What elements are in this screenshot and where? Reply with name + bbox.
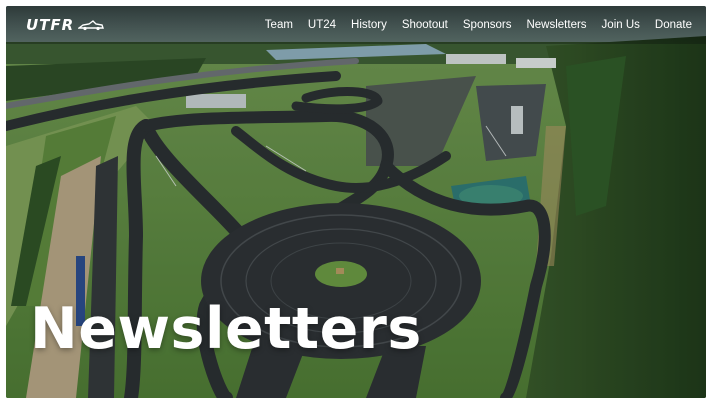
nav-menu: Team UT24 History Shootout Sponsors News… <box>265 6 692 44</box>
nav-link-ut24[interactable]: UT24 <box>308 19 336 31</box>
race-car-icon <box>78 20 105 31</box>
nav-link-newsletters[interactable]: Newsletters <box>526 19 586 31</box>
nav-link-join-us[interactable]: Join Us <box>602 19 640 31</box>
top-nav-bar: UTFR Team UT24 History Shootout Sponsors… <box>6 6 706 44</box>
nav-link-team[interactable]: Team <box>265 19 293 31</box>
hero-banner: UTFR Team UT24 History Shootout Sponsors… <box>6 6 706 398</box>
nav-link-donate[interactable]: Donate <box>655 19 692 31</box>
nav-link-shootout[interactable]: Shootout <box>402 19 448 31</box>
nav-link-history[interactable]: History <box>351 19 387 31</box>
logo-text: UTFR <box>26 16 75 34</box>
utfr-logo[interactable]: UTFR <box>26 15 105 35</box>
nav-link-sponsors[interactable]: Sponsors <box>463 19 512 31</box>
page-title: Newsletters <box>30 296 422 362</box>
